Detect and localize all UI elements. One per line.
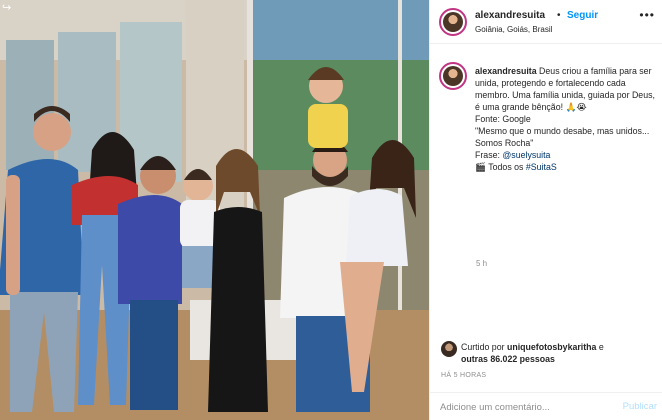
publish-button[interactable]: Publicar <box>623 401 657 412</box>
likes-count-link[interactable]: outras 86.022 pessoas <box>461 354 555 364</box>
comment-bar: Publicar <box>430 392 662 420</box>
comment-input[interactable] <box>440 399 610 415</box>
posted-time: HÁ 5 HORAS <box>441 372 487 379</box>
hashtag-link[interactable]: #SuitaS <box>526 162 557 172</box>
caption-source: Fonte: Google <box>475 114 531 124</box>
more-options-icon[interactable]: ••• <box>639 8 655 22</box>
carousel-arrow-icon: ↪ <box>2 2 12 14</box>
caption-quote: "Mesmo que o mundo desabe, mas unidos...… <box>475 126 650 148</box>
likes-prefix: Curtido por <box>461 342 507 352</box>
family-photo-illustration <box>0 0 429 420</box>
post-header: alexandresuita • Seguir Goiânia, Goiás, … <box>430 0 662 44</box>
header-username[interactable]: alexandresuita <box>475 10 545 21</box>
liker-avatar[interactable] <box>441 341 457 357</box>
post-photo[interactable]: ↪ <box>0 0 429 420</box>
mention-link[interactable]: @suelysuita <box>502 150 550 160</box>
caption-closing: 🎬 Todos os <box>475 162 526 172</box>
avatar[interactable] <box>439 8 467 36</box>
liker-username[interactable]: uniquefotosbykaritha <box>507 342 596 352</box>
header-separator-dot: • <box>557 10 561 21</box>
location-link[interactable]: Goiânia, Goiás, Brasil <box>475 25 552 34</box>
caption-text: alexandresuita Deus criou a família para… <box>475 65 658 173</box>
caption-username[interactable]: alexandresuita <box>475 66 537 76</box>
caption-frase-label: Frase: <box>475 150 503 160</box>
post-side-panel: alexandresuita • Seguir Goiânia, Goiás, … <box>429 0 662 420</box>
caption-avatar[interactable] <box>439 62 467 90</box>
caption-timestamp: 5 h <box>476 259 488 268</box>
follow-button[interactable]: Seguir <box>567 10 598 21</box>
likes-connector: e <box>596 342 604 352</box>
likes-text: Curtido por uniquefotosbykaritha e outra… <box>461 341 659 365</box>
